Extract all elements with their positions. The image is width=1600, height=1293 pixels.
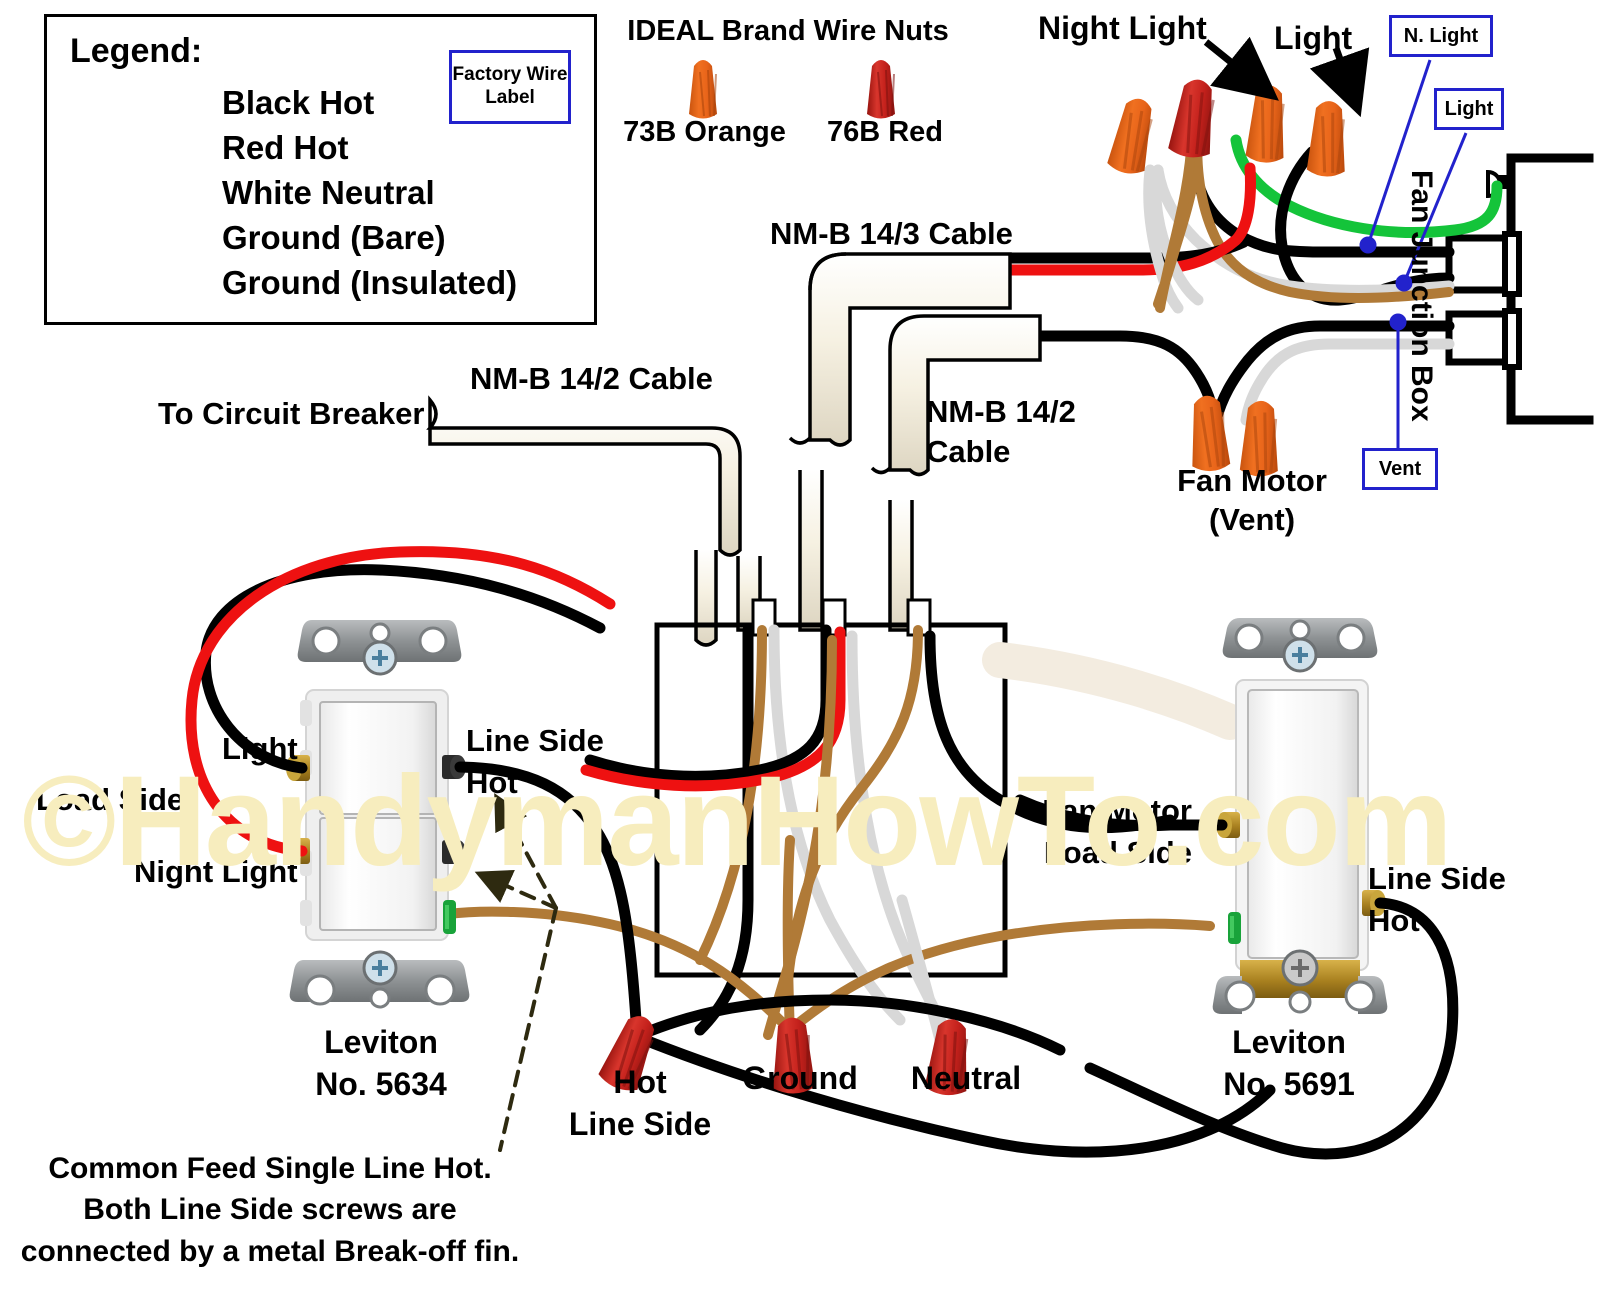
legend-label-white-neutral: White Neutral (222, 174, 435, 211)
junction-box-clamp-lower (1445, 308, 1522, 370)
wire-nut-red-label: 76B Red (826, 116, 944, 148)
arrow-light (1309, 46, 1370, 118)
wire-nut-neutral-splice (1107, 98, 1153, 174)
junction-box-clamp-upper (1445, 231, 1522, 297)
wire-nut-night-light-splice (1245, 85, 1285, 163)
cable-label-14-2-left: NM-B 14/2 Cable (470, 361, 713, 396)
cable-nm-b-14-2-left (426, 395, 742, 647)
factory-label-vent: Vent (1362, 448, 1438, 490)
break-off-fin-footnote: Common Feed Single Line Hot. Both Line S… (20, 1152, 520, 1268)
right-switch-model-label: Leviton No. 5691 (1223, 1024, 1355, 1102)
sample-red-wire-nut (867, 60, 895, 119)
fan-junction-box-label: Fan Junction Box (1405, 170, 1438, 422)
cable-label-14-2-right: NM-B 14/2 Cable (926, 394, 1076, 470)
left-switch-ground-screw (443, 900, 456, 934)
cable-label-14-3: NM-B 14/3 Cable (770, 216, 1013, 251)
wiring-diagram-canvas: ©HandymanHowTo.com Legend: Black Hot Red… (0, 0, 1600, 1293)
neutral-bundle-b (896, 894, 946, 1046)
left-switch-model-label: Leviton No. 5634 (315, 1024, 447, 1102)
fan-motor-vent-label: Fan Motor (Vent) (1177, 463, 1327, 537)
arrow-night-light (1203, 36, 1279, 101)
legend-label-red-hot: Red Hot (222, 129, 349, 166)
wire-nut-orange-label: 73B Orange (623, 116, 786, 148)
legend-label-ground-insulated: Ground (Insulated) (222, 264, 518, 301)
wire-nut-light-splice (1306, 101, 1345, 177)
sample-orange-wire-nut (689, 60, 717, 119)
night-light-callout: Night Light (1038, 10, 1207, 46)
factory-label-n-light: N. Light (1389, 15, 1493, 57)
factory-wire-label-example: Factory Wire Label (449, 50, 571, 124)
wire-nuts-heading: IDEAL Brand Wire Nuts (627, 15, 949, 47)
watermark-text: ©HandymanHowTo.com (22, 750, 1452, 893)
legend-heading: Legend: (70, 32, 203, 70)
light-callout: Light (1274, 20, 1353, 56)
factory-label-light: Light (1434, 88, 1504, 130)
neutral-nut-label: Neutral (910, 1060, 1022, 1096)
cable-jacket-to-right-switch (982, 642, 1248, 740)
right-switch-ground-screw (1228, 912, 1241, 944)
wire-nut-ground-splice (1168, 79, 1215, 158)
legend-label-black-hot: Black Hot (222, 84, 375, 121)
to-circuit-breaker-label: To Circuit Breaker (158, 396, 425, 431)
legend-label-ground-bare: Ground (Bare) (222, 219, 446, 256)
